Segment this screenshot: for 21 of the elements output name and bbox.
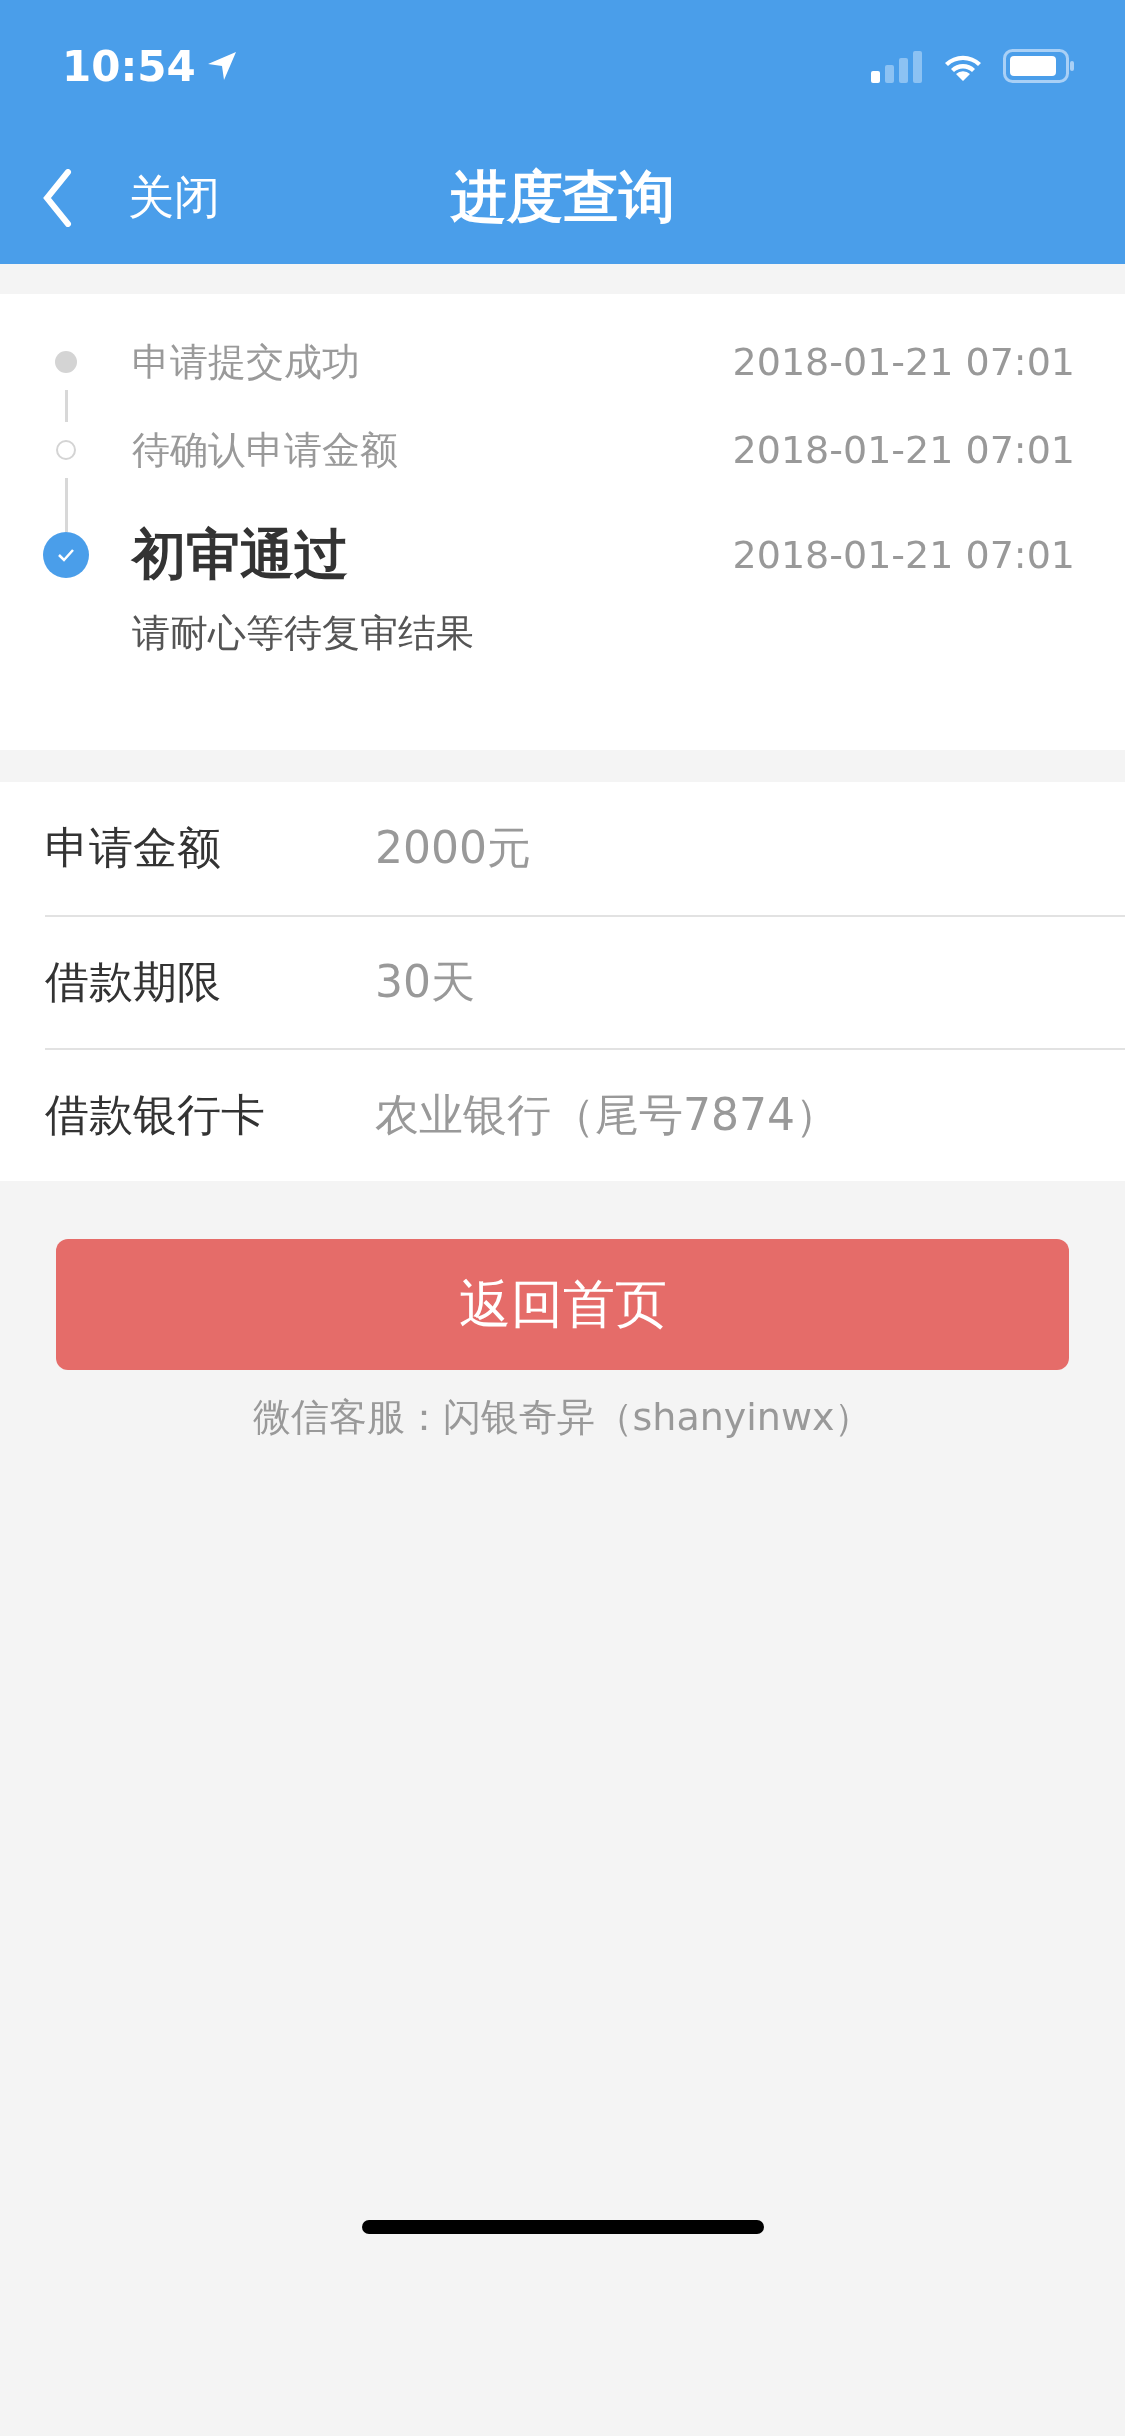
- step-label: 初审通过: [132, 521, 348, 588]
- signal-icon: [871, 49, 923, 83]
- detail-label: 借款期限: [45, 955, 222, 1009]
- back-chevron-icon: [42, 169, 72, 227]
- detail-value: 30天: [375, 955, 475, 1009]
- status-time: 10:54: [62, 41, 196, 91]
- step-label: 申请提交成功: [132, 338, 360, 386]
- detail-label: 申请金额: [45, 821, 222, 875]
- detail-label: 借款银行卡: [45, 1088, 266, 1142]
- step-label: 待确认申请金额: [132, 426, 398, 474]
- step-time: 2018-01-21 07:01: [732, 340, 1075, 384]
- step-time: 2018-01-21 07:01: [732, 428, 1075, 472]
- close-button[interactable]: 关闭: [42, 167, 220, 229]
- detail-value: 农业银行（尾号7874）: [375, 1088, 839, 1142]
- customer-service-text: 微信客服：闪银奇异（shanyinwx）: [252, 1394, 873, 1441]
- return-home-button[interactable]: 返回首页: [56, 1239, 1069, 1370]
- step-time: 2018-01-21 07:01: [732, 533, 1075, 577]
- page-title: 进度查询: [450, 163, 675, 231]
- step-note: 请耐心等待复审结果: [132, 610, 475, 657]
- detail-value: 2000元: [375, 821, 531, 875]
- battery-icon: [1003, 49, 1075, 83]
